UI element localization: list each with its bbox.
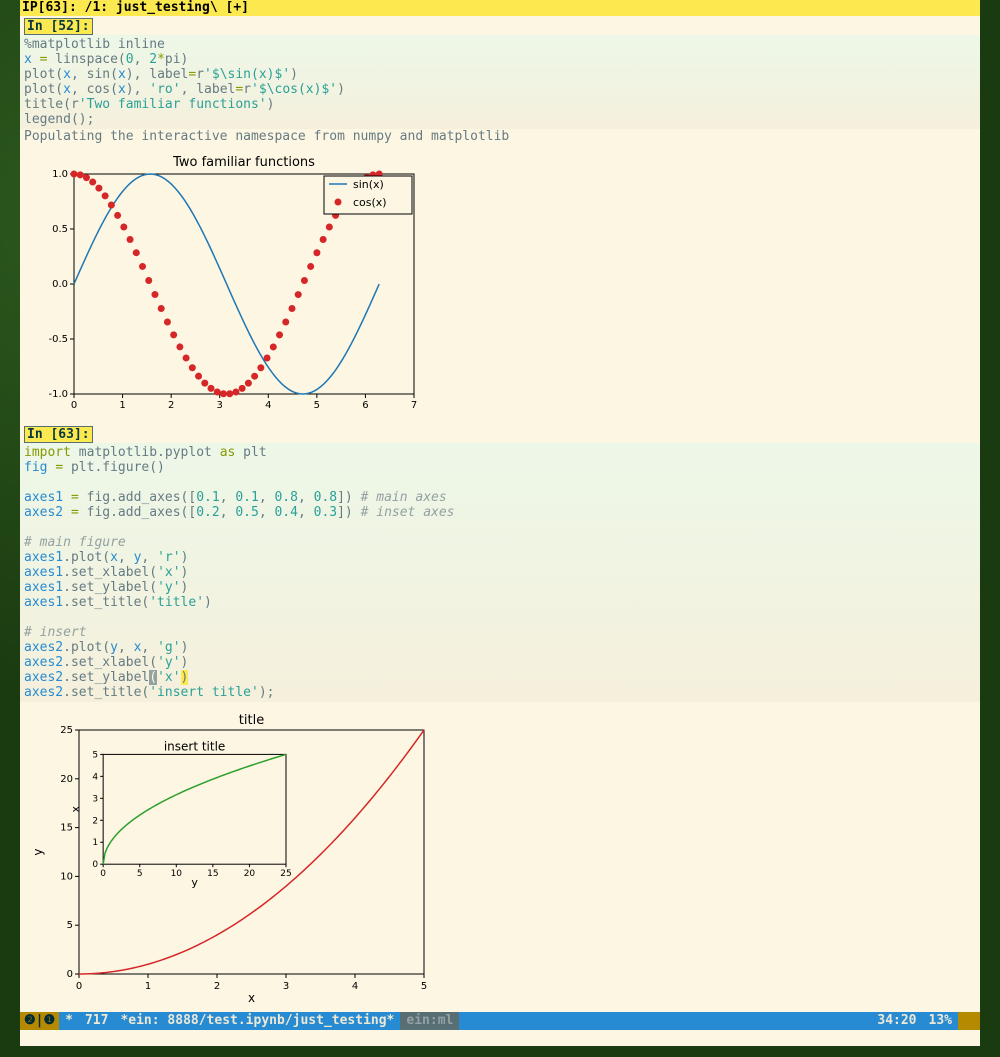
- svg-text:title: title: [239, 713, 264, 728]
- svg-text:2: 2: [168, 400, 174, 411]
- svg-text:0.0: 0.0: [52, 279, 68, 290]
- svg-text:0: 0: [76, 981, 82, 992]
- modeline-scroll-pct: 13%: [923, 1012, 958, 1030]
- svg-text:5: 5: [92, 750, 98, 760]
- svg-text:3: 3: [283, 981, 289, 992]
- cell-52-stdout: Populating the interactive namespace fro…: [20, 129, 980, 144]
- svg-text:2: 2: [92, 816, 98, 826]
- svg-text:4: 4: [92, 772, 98, 782]
- svg-text:15: 15: [60, 823, 73, 834]
- svg-text:-1.0: -1.0: [48, 389, 68, 400]
- svg-text:6: 6: [362, 400, 368, 411]
- svg-text:20: 20: [60, 774, 73, 785]
- modeline-cursor-pos: 34:20: [871, 1012, 922, 1030]
- svg-text:25: 25: [280, 869, 291, 879]
- svg-text:7: 7: [411, 400, 417, 411]
- svg-text:0: 0: [71, 400, 77, 411]
- modeline-modified: *: [59, 1012, 79, 1030]
- cell-52-figure: Two familiar functions 0 1 2 3 4 5 6 7 -1.0 -0.5 0.…: [20, 144, 980, 424]
- svg-text:10: 10: [171, 869, 183, 879]
- svg-text:2: 2: [214, 981, 220, 992]
- svg-text:5: 5: [137, 869, 143, 879]
- svg-text:20: 20: [244, 869, 256, 879]
- modeline-major-mode: ein:ml: [400, 1012, 459, 1030]
- svg-text:4: 4: [265, 400, 271, 411]
- svg-text:0: 0: [100, 869, 106, 879]
- svg-text:-0.5: -0.5: [48, 334, 68, 345]
- svg-text:4: 4: [352, 981, 358, 992]
- cell-63: In [63]: import matplotlib.pyplot as plt…: [20, 424, 980, 1012]
- cell-52-code[interactable]: %matplotlib inline x = linspace(0, 2*pi)…: [20, 35, 980, 129]
- svg-text:y: y: [191, 876, 198, 889]
- svg-text:0: 0: [67, 969, 73, 980]
- cell-63-figure: titlexy0123450510152025insert titleyx051…: [20, 702, 980, 1012]
- buffer-content[interactable]: In [52]: %matplotlib inline x = linspace…: [20, 16, 980, 1012]
- svg-text:15: 15: [207, 869, 218, 879]
- tab-bar[interactable]: IP[63]: /1: just_testing\ [+]: [20, 0, 980, 16]
- prompt-in-63: In [63]:: [24, 426, 93, 443]
- cell-63-code[interactable]: import matplotlib.pyplot as plt fig = pl…: [20, 443, 980, 702]
- svg-text:1: 1: [119, 400, 125, 411]
- svg-text:0: 0: [92, 860, 98, 870]
- svg-text:1.0: 1.0: [52, 169, 68, 180]
- svg-text:cos(x): cos(x): [353, 196, 387, 209]
- svg-text:x: x: [248, 991, 255, 1002]
- svg-text:Two familiar functions: Two familiar functions: [172, 155, 315, 170]
- svg-text:5: 5: [314, 400, 320, 411]
- modeline-linecount: 717: [79, 1012, 114, 1030]
- svg-text:0.5: 0.5: [52, 224, 68, 235]
- svg-text:5: 5: [67, 920, 73, 931]
- svg-text:x: x: [69, 806, 82, 813]
- mode-line[interactable]: ❷|❶ * 717 *ein: 8888/test.ipynb/just_tes…: [20, 1012, 980, 1030]
- modeline-buffer-name: *ein: 8888/test.ipynb/just_testing*: [114, 1012, 400, 1030]
- svg-text:1: 1: [145, 981, 151, 992]
- svg-text:5: 5: [421, 981, 427, 992]
- svg-text:y: y: [31, 848, 45, 855]
- minibuffer[interactable]: [20, 1030, 980, 1046]
- svg-text:10: 10: [60, 871, 73, 882]
- emacs-frame: IP[63]: /1: just_testing\ [+] In [52]: %…: [20, 0, 980, 1046]
- cell-52: In [52]: %matplotlib inline x = linspace…: [20, 16, 980, 424]
- chart-two-familiar: Two familiar functions 0 1 2 3 4 5 6 7 -1.0 -0.5 0.…: [24, 154, 424, 414]
- svg-text:insert title: insert title: [164, 739, 226, 753]
- svg-text:25: 25: [60, 725, 73, 736]
- modeline-workspace-badge: ❷|❶: [20, 1012, 59, 1030]
- svg-text:1: 1: [92, 838, 98, 848]
- svg-text:3: 3: [92, 794, 98, 804]
- chart-inset: titlexy0123450510152025insert titleyx051…: [24, 712, 434, 1002]
- modeline-end-block: [958, 1012, 980, 1030]
- prompt-in-52: In [52]:: [24, 18, 93, 35]
- svg-text:sin(x): sin(x): [353, 178, 384, 191]
- svg-text:3: 3: [217, 400, 223, 411]
